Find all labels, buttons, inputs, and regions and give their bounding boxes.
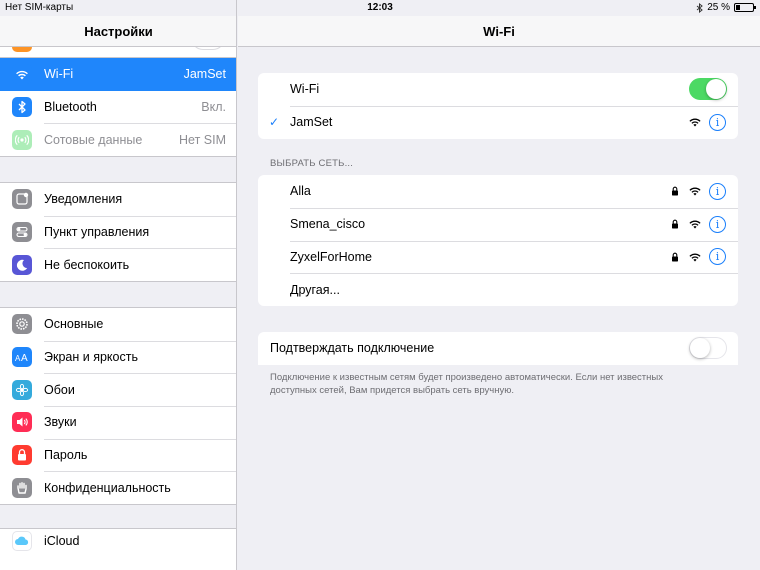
sidebar-item-label: Конфиденциальность [44,480,171,495]
sidebar-item-label: Пароль [44,448,88,463]
other-network-row[interactable]: Другая... [258,273,738,306]
bluetooth-icon [12,97,32,118]
lock-icon [669,252,681,262]
sidebar-item-bluetooth[interactable]: Bluetooth Вкл. [0,91,236,124]
wifi-signal-icon [687,117,703,127]
ask-to-join-label: Подтверждать подключение [270,341,435,356]
control-center-icon [12,222,32,243]
sidebar-item-wallpaper[interactable]: Обои [0,373,236,406]
network-name: JamSet [290,115,333,130]
wifi-toggle[interactable] [689,78,727,101]
sidebar-item-label: Не беспокоить [44,257,130,272]
wifi-detail-pane: Wi-Fi Wi-Fi ✓ JamSet i ВЫБРАТЬ СЕТЬ... A… [238,0,760,570]
svg-text:A: A [21,353,28,363]
sidebar-nav-bar: Настройки [0,16,236,47]
moon-icon [12,254,32,275]
wifi-signal-icon [687,186,703,196]
sidebar-item-label: Wi-Fi [44,67,74,82]
network-row[interactable]: ZyxelForHome i [258,240,738,274]
battery-fill [736,5,740,10]
network-row[interactable]: Alla i [258,175,738,208]
sidebar-group-system: Уведомления Пункт управления Не беспокои… [0,182,236,283]
sidebar-item-display[interactable]: AA Экран и яркость [0,340,236,374]
info-icon[interactable]: i [709,248,726,266]
sidebar-group-general: Основные AA Экран и яркость Обои Звуки П… [0,307,236,506]
choose-network-header: ВЫБРАТЬ СЕТЬ... [270,158,354,169]
sidebar-group-accounts: iCloud [0,528,236,570]
settings-sidebar: Настройки Wi-Fi JamSet Bluetooth Вкл. Со… [0,0,237,570]
checkmark-icon: ✓ [268,115,280,130]
battery-icon [734,3,756,12]
ask-to-join-row: Подтверждать подключение [258,332,738,365]
detail-title: Wi-Fi [483,23,515,39]
sidebar-item-label: Сотовые данные [44,132,143,147]
info-icon[interactable]: i [709,113,726,131]
wifi-main-group: Wi-Fi ✓ JamSet i [258,73,738,139]
network-name: Smena_cisco [290,217,366,232]
sidebar-item-label: iCloud [44,534,80,548]
sounds-icon [12,412,32,433]
sidebar-item-general[interactable]: Основные [0,308,236,341]
ask-to-join-toggle[interactable] [689,337,727,360]
sidebar-item-icloud[interactable]: iCloud [0,529,236,553]
sidebar-item-label: Звуки [44,415,77,430]
available-networks-group: Alla i Smena_cisco i ZyxelForHome i Друг… [258,175,738,307]
battery-percent: 25 % [707,2,730,13]
sidebar-item-notifications[interactable]: Уведомления [0,183,236,216]
sidebar-item-label: Обои [44,382,75,397]
detail-nav-bar: Wi-Fi [238,16,760,47]
connected-network-row[interactable]: ✓ JamSet i [258,105,738,139]
display-brightness-icon: AA [12,347,32,368]
wifi-signal-icon [687,252,703,262]
sidebar-item-value: Нет SIM [179,132,226,147]
sidebar-item-label: Bluetooth [44,100,97,115]
wifi-signal-icon [687,219,703,229]
sidebar-item-cellular[interactable]: Сотовые данные Нет SIM [0,123,236,156]
bluetooth-status-icon [696,2,704,13]
sidebar-item-label: Уведомления [44,192,123,207]
icloud-icon [12,531,32,551]
sidebar-item-label: Пункт управления [44,225,150,240]
wifi-label: Wi-Fi [290,82,320,97]
sidebar-item-do-not-disturb[interactable]: Не беспокоить [0,248,236,281]
info-icon[interactable]: i [709,215,726,233]
other-network-label: Другая... [290,282,340,297]
sidebar-item-value: JamSet [183,67,226,82]
sidebar-item-sounds[interactable]: Звуки [0,406,236,439]
lock-icon [669,219,681,229]
sidebar-item-value: Вкл. [201,100,226,115]
network-row[interactable]: Smena_cisco i [258,207,738,241]
clock: 12:03 [367,2,393,13]
lock-icon [669,186,681,196]
notifications-icon [12,189,32,210]
info-icon[interactable]: i [709,182,726,200]
sidebar-item-label: Основные [44,317,104,332]
lock-icon [12,445,32,466]
privacy-hand-icon [12,477,32,498]
network-name: Alla [290,184,311,199]
sidebar-item-passcode[interactable]: Пароль [0,438,236,472]
sidebar-title: Настройки [84,23,153,39]
wallpaper-icon [12,379,32,400]
wifi-icon [12,64,32,85]
sidebar-item-label: Экран и яркость [44,350,138,365]
gear-icon [12,314,32,335]
wifi-toggle-row: Wi-Fi [258,73,738,106]
sidebar-group-connectivity: Wi-Fi JamSet Bluetooth Вкл. Сотовые данн… [0,57,236,158]
ask-to-join-group: Подтверждать подключение [258,332,738,365]
status-bar: Нет SIM-карты 12:03 25 % [0,0,760,16]
sidebar-item-wifi[interactable]: Wi-Fi JamSet [0,58,236,91]
sidebar-item-control-center[interactable]: Пункт управления [0,215,236,249]
sidebar-item-privacy[interactable]: Конфиденциальность [0,471,236,504]
cellular-icon [12,129,32,150]
network-name: ZyxelForHome [290,249,372,264]
ask-to-join-footer: Подключение к известным сетям будет прои… [270,372,663,396]
